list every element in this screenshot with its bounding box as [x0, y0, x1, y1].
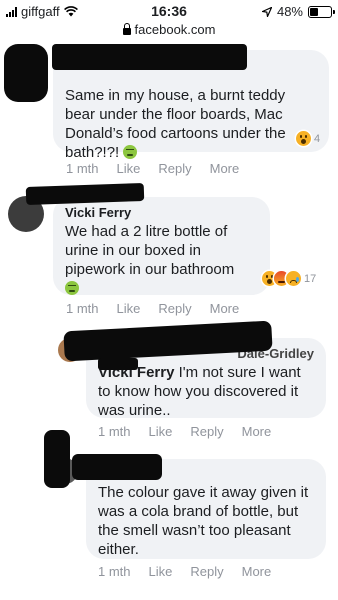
battery-percent: 48%: [276, 4, 303, 19]
status-bar: giffgaff 16:36 48%: [0, 0, 338, 22]
comment-time: 1 mth: [98, 564, 131, 579]
comment-actions: 1 mth Like Reply More: [98, 564, 271, 579]
reply-button[interactable]: Reply: [190, 424, 223, 439]
reply-button[interactable]: Reply: [158, 301, 191, 316]
reaction-count: 17: [304, 272, 317, 285]
comment-actions: 1 mth Like Reply More: [66, 161, 239, 176]
location-arrow-icon: [261, 6, 272, 17]
comment-time: 1 mth: [66, 161, 99, 176]
like-button[interactable]: Like: [117, 301, 141, 316]
redaction: [72, 454, 162, 480]
more-button[interactable]: More: [242, 424, 272, 439]
redaction: [44, 430, 70, 488]
like-button[interactable]: Like: [117, 161, 141, 176]
reaction-summary[interactable]: 17: [262, 271, 316, 286]
comment-text: We had a 2 litre bottle of urine in our …: [65, 223, 235, 278]
comment-text: Same in my house, a burnt teddy bear und…: [65, 87, 286, 161]
more-button[interactable]: More: [210, 301, 240, 316]
nauseated-emoji-icon: [123, 145, 138, 159]
comment-author[interactable]: Vicki Ferry: [65, 203, 258, 222]
redaction: [52, 44, 247, 70]
wow-reaction-icon: [296, 131, 311, 146]
redaction: [4, 44, 48, 102]
redaction: [98, 358, 138, 370]
more-button[interactable]: More: [242, 564, 272, 579]
comment-actions: 1 mth Like Reply More: [98, 424, 271, 439]
reply-button[interactable]: Reply: [190, 564, 223, 579]
comment-time: 1 mth: [98, 424, 131, 439]
more-button[interactable]: More: [210, 161, 240, 176]
reaction-summary[interactable]: 4: [296, 131, 320, 146]
comment-actions: 1 mth Like Reply More: [66, 301, 239, 316]
like-button[interactable]: Like: [149, 564, 173, 579]
battery-icon: [308, 5, 335, 18]
url-bar[interactable]: facebook.com: [0, 22, 338, 40]
like-button[interactable]: Like: [149, 424, 173, 439]
sad-reaction-icon: [286, 271, 301, 286]
comment-text: The colour gave it away given it was a c…: [98, 484, 309, 558]
lock-icon: [122, 23, 131, 35]
reaction-count: 4: [314, 132, 321, 145]
comment-bubble: Vicki Ferry We had a 2 litre bottle of u…: [53, 197, 270, 295]
reply-button[interactable]: Reply: [158, 161, 191, 176]
url-domain: facebook.com: [134, 22, 216, 37]
nauseated-emoji-icon: [65, 281, 79, 295]
comment-time: 1 mth: [66, 301, 99, 316]
status-right: 48%: [261, 4, 335, 19]
